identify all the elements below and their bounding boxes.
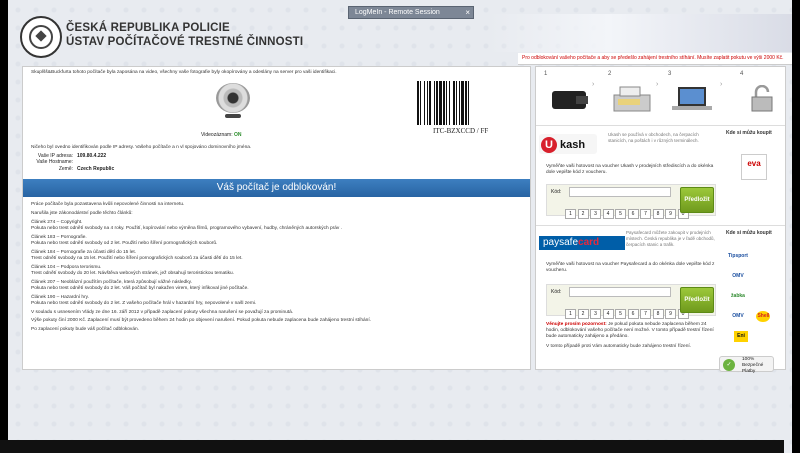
keypad-key[interactable]: 4 xyxy=(602,209,614,219)
warning-text: Věnujte prosím pozornost: Je pokud pokut… xyxy=(546,322,714,349)
law-item: Článek 184 – Pornografie za účasti dětí … xyxy=(31,249,243,261)
ukash-section: Ukash Ukash se používá v obchodech, na č… xyxy=(536,125,785,219)
law-item: Článek 274 – Copyright. Pokuta nebo tres… xyxy=(31,219,342,231)
info-block: Vaše IP adresa: 109.80.4.222 Vaše Hostnam… xyxy=(31,153,114,172)
paysafecard-section: paysafecard Paysafecard můžete zakoupit … xyxy=(536,225,785,374)
keypad-key[interactable]: 9 xyxy=(665,309,676,319)
law-item: Článek 183 – Pornografie. Pokuta nebo tr… xyxy=(31,234,218,246)
secure-payments-badge: ✓ 100% Bezpečné Platby xyxy=(719,356,774,374)
psc-code-box: Kód: 1234567890 Předložit xyxy=(546,284,716,319)
ukash-code-box: Kód: 1234567890 Předložit xyxy=(546,184,716,219)
law-item: Článek 190 – Hazardní hry. Pokuta nebo t… xyxy=(31,294,257,306)
camera-label: Videozáznam: xyxy=(201,132,233,138)
right-panel: 1 2 3 4 › › › Ukash Ukash se používá v o… xyxy=(535,66,786,374)
zabka-logo: žabka xyxy=(731,293,745,299)
title-line-1: Česká Republika Policie xyxy=(66,22,230,34)
checkmark-icon: ✓ xyxy=(723,359,735,371)
payment-steps: 1 2 3 4 › › › xyxy=(540,71,780,121)
arrow-icon: › xyxy=(656,81,659,88)
omv-logo: OMV xyxy=(732,313,744,319)
code-label: Kód: xyxy=(551,289,562,295)
psc-instructions: Vyměňte vaši hotovost na voucher Paysafe… xyxy=(546,262,715,274)
shell-logo: Shell xyxy=(756,311,771,322)
police-logo xyxy=(20,16,62,58)
step-3: 3 xyxy=(668,71,672,77)
wallet-icon xyxy=(552,91,588,109)
psc-description: Paysafecard můžete zakoupit v prodejních… xyxy=(626,230,715,247)
keypad-key[interactable]: 5 xyxy=(615,209,626,219)
tipsport-logo: Tipsport xyxy=(728,253,748,259)
keypad-key[interactable]: 9 xyxy=(665,209,676,219)
keypad-key[interactable]: 7 xyxy=(640,209,651,219)
keypad-key[interactable]: 2 xyxy=(577,209,589,219)
law-item: Článek 104 – Podpora terorismu. Trest od… xyxy=(31,264,234,276)
arrow-icon: › xyxy=(592,81,595,88)
keypad-key[interactable]: 1 xyxy=(565,309,576,319)
warning-banner: Pro odblokování vašeho počítače a aby se… xyxy=(518,53,792,65)
keypad-key[interactable]: 3 xyxy=(590,209,601,219)
keypad-key[interactable]: 6 xyxy=(627,309,639,319)
laptop-icon xyxy=(672,87,712,110)
step-1: 1 xyxy=(544,71,548,77)
shop-logos: Tipsport OMV žabka OMV Shell Eni xyxy=(724,244,784,344)
logmein-title: LogMeIn - Remote Session xyxy=(355,9,440,16)
title-line-2: Ústav Počítačové Trestné Činnosti xyxy=(66,36,304,48)
law-item: V souladu s usnesením Vlády ze dne 16. z… xyxy=(31,309,294,315)
law-item: Článek 207 – Neoblázní použítím počítače… xyxy=(31,279,249,291)
arrow-icon: › xyxy=(720,81,723,88)
camera-on: ON xyxy=(234,132,242,138)
ukash-description: Ukash se používá v obchodech, na čerpací… xyxy=(608,132,699,143)
left-panel: Skuplšš&Buckfurta tohoto počítače byla z… xyxy=(22,66,531,370)
ukash-instructions: Vyměňte vaši hotovost na voucher Ukash v… xyxy=(546,164,714,176)
ukash-keypad: 1234567890 xyxy=(565,202,690,220)
intro-text: Skuplšš&Buckfurta tohoto počítače byla z… xyxy=(31,70,337,75)
ukash-code-input[interactable] xyxy=(569,187,671,197)
eni-logo: Eni xyxy=(734,331,748,342)
keypad-key[interactable]: 1 xyxy=(565,209,576,219)
logmein-bar[interactable]: LogMeIn - Remote Session × xyxy=(348,6,474,19)
flag-decoration xyxy=(488,14,792,52)
psc-keypad: 1234567890 xyxy=(565,302,690,320)
camera-status: Videozáznam: ON xyxy=(201,132,242,138)
keypad-key[interactable]: 4 xyxy=(602,309,614,319)
ukash-submit-button[interactable]: Předložit xyxy=(680,187,714,213)
keypad-key[interactable]: 5 xyxy=(615,309,626,319)
keypad-key[interactable]: 8 xyxy=(652,309,664,319)
bottom-bar xyxy=(0,440,784,453)
unlock-padlock-icon xyxy=(751,85,773,112)
psc-submit-button[interactable]: Předložit xyxy=(680,287,714,313)
ukash-where-label: Kde si můžu koupit xyxy=(726,130,772,136)
barcode-text: ITC-BZXCCD / FF xyxy=(433,127,489,135)
keypad-key[interactable]: 7 xyxy=(640,309,651,319)
keypad-key[interactable]: 3 xyxy=(590,309,601,319)
keypad-key[interactable]: 2 xyxy=(577,309,589,319)
psc-where-label: Kde si můžu koupit xyxy=(726,230,772,236)
law-item: Po zaplacení pokuty bude váš počítač odb… xyxy=(31,327,140,333)
desktop: LogMeIn - Remote Session × Česká Republi… xyxy=(8,0,792,453)
psc-code-input[interactable] xyxy=(569,287,671,297)
law-list: Práce počítače byla pozastavena kvůli ne… xyxy=(31,202,451,336)
ip-description: Ničeho byl ovedno identifikován podle IP… xyxy=(31,145,252,150)
law-item: Narušila jste zákonodárství podle těchto… xyxy=(31,210,133,216)
page-title: Česká Republika Policie Ústav Počítačové… xyxy=(66,21,303,49)
step-2: 2 xyxy=(608,71,612,77)
keypad-key[interactable]: 6 xyxy=(627,209,639,219)
unlock-banner: Váš počítač je odblokován! xyxy=(23,179,530,197)
step-4: 4 xyxy=(740,71,744,77)
webcam-icon xyxy=(216,83,250,118)
cash-register-icon xyxy=(613,86,651,112)
paysafecard-logo: paysafecard xyxy=(539,236,625,250)
law-item: Výše pokuty činí 2000 Kč. Zaplacení musí… xyxy=(31,318,372,324)
ukash-logo: Ukash xyxy=(539,134,597,154)
law-item: Práce počítače byla pozastavena kvůli ne… xyxy=(31,202,185,207)
barcode-icon xyxy=(417,81,469,125)
keypad-key[interactable]: 8 xyxy=(652,209,664,219)
eva-logo: eva xyxy=(741,154,767,180)
code-label: Kód: xyxy=(551,189,562,195)
close-icon[interactable]: × xyxy=(465,7,470,18)
omv-logo: OMV xyxy=(732,273,744,279)
info-row: Země: Czech Republic xyxy=(58,165,115,172)
